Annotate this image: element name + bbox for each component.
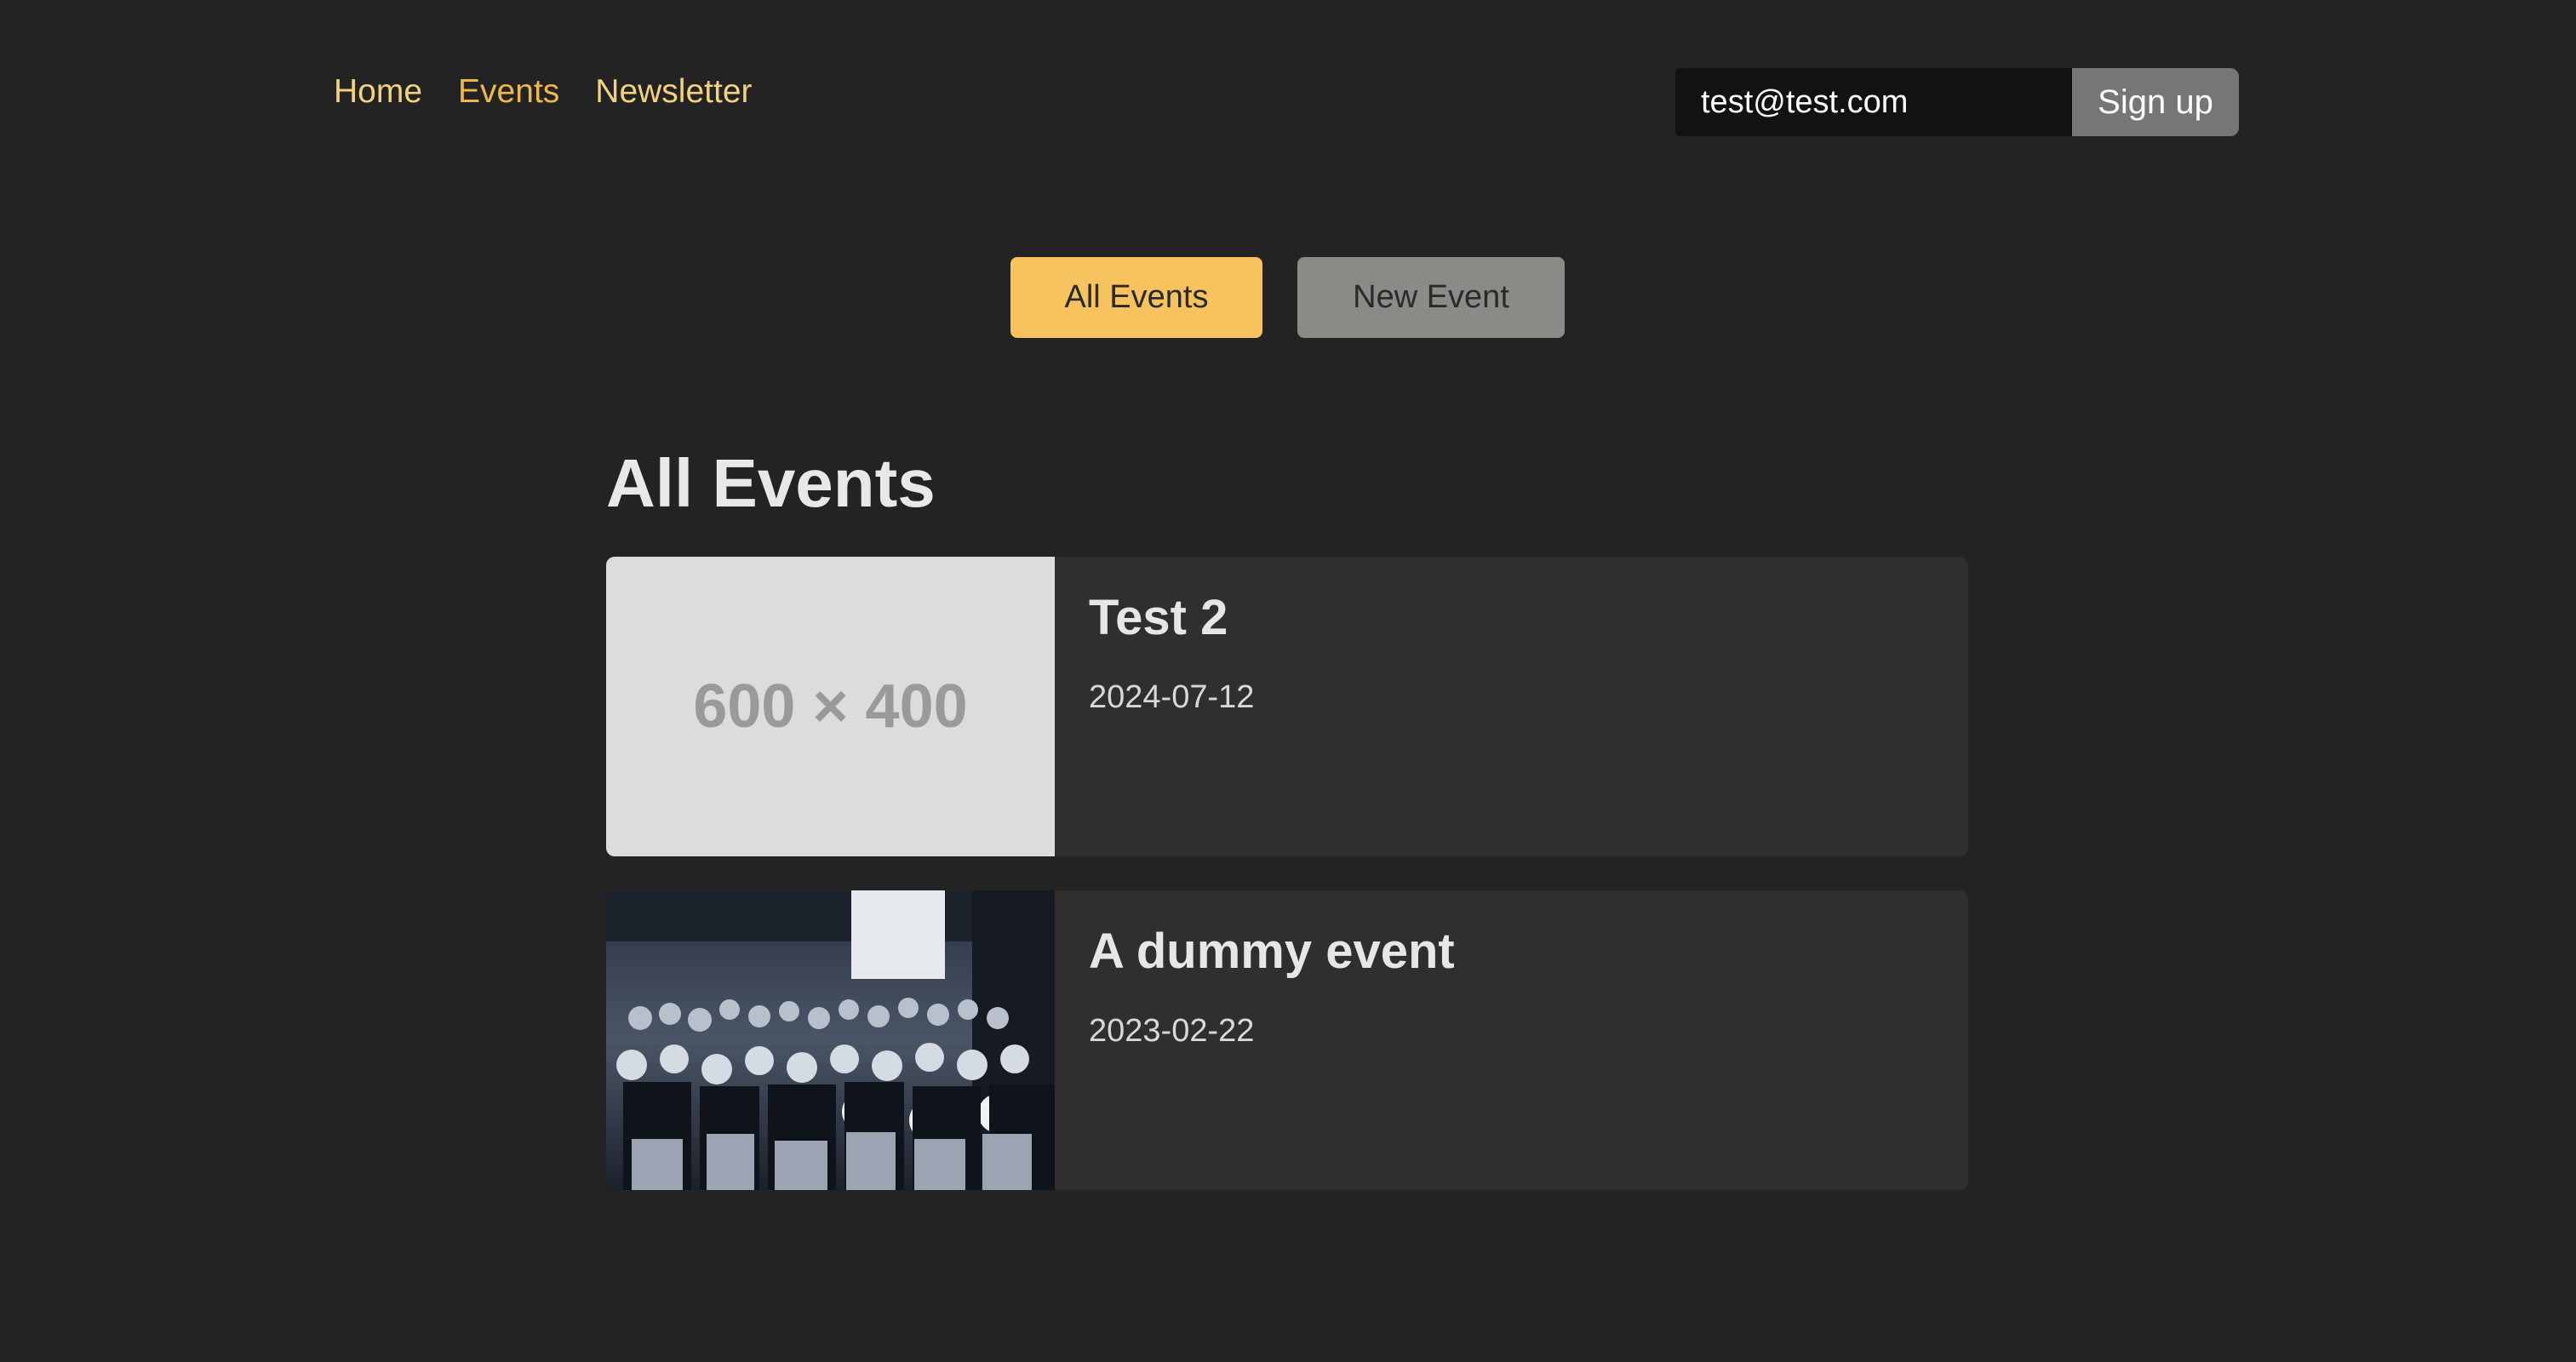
page: Home Events Newsletter Sign up All Event…	[0, 0, 2576, 1362]
event-card[interactable]: A dummy event 2023-02-22	[606, 890, 1968, 1190]
event-card[interactable]: 600 × 400 Test 2 2024-07-12	[606, 557, 1968, 856]
newsletter-signup-form: Sign up	[1675, 68, 2239, 136]
nav-link-newsletter[interactable]: Newsletter	[595, 70, 752, 114]
event-date: 2023-02-22	[1089, 1013, 1255, 1049]
event-title[interactable]: Test 2	[1089, 582, 1254, 654]
page-title: All Events	[606, 445, 936, 521]
main-nav: Home Events Newsletter	[334, 70, 753, 114]
email-input[interactable]	[1675, 68, 2072, 136]
event-date: 2024-07-12	[1089, 679, 1255, 715]
all-events-button[interactable]: All Events	[1010, 257, 1262, 338]
event-actions: All Events New Event	[1010, 257, 1565, 338]
nav-link-home[interactable]: Home	[334, 70, 422, 114]
sign-up-button[interactable]: Sign up	[2072, 68, 2239, 136]
placeholder-size-label: 600 × 400	[693, 672, 968, 741]
event-list: 600 × 400 Test 2 2024-07-12 A dummy even…	[606, 557, 1968, 1224]
new-event-button[interactable]: New Event	[1297, 257, 1565, 338]
event-info: Test 2 2024-07-12	[1055, 557, 1288, 856]
audience-photo-image	[606, 890, 1055, 1190]
event-title[interactable]: A dummy event	[1089, 916, 1455, 987]
event-image-placeholder: 600 × 400	[606, 557, 1055, 856]
event-image-audience	[606, 890, 1055, 1190]
nav-link-events[interactable]: Events	[458, 70, 559, 114]
event-info: A dummy event 2023-02-22	[1055, 890, 1489, 1190]
